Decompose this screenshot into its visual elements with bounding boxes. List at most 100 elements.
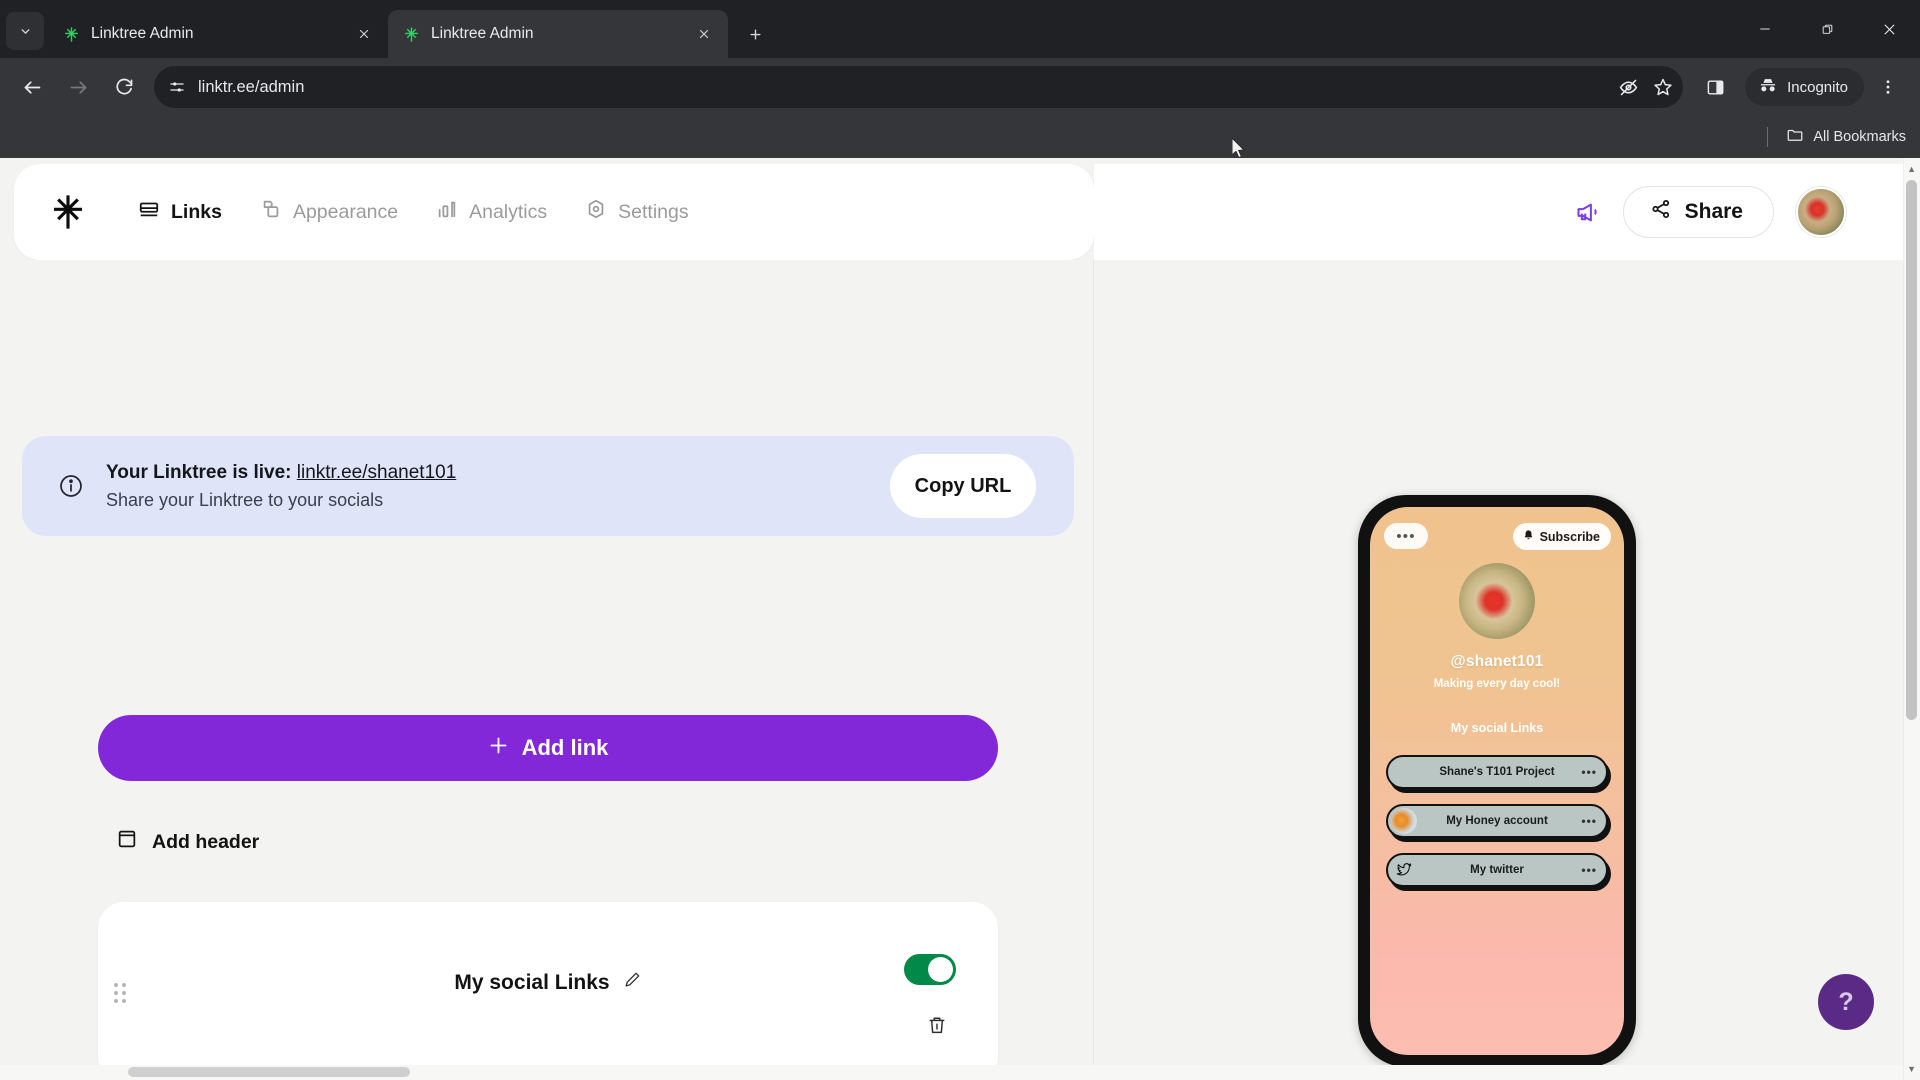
avatar[interactable] — [1796, 187, 1846, 237]
address-bar[interactable]: linktr.ee/admin — [154, 66, 1684, 108]
preview-handle: @shanet101 — [1450, 653, 1544, 670]
analytics-bar-icon — [436, 198, 458, 226]
add-link-button[interactable]: Add link — [98, 715, 998, 781]
star-icon[interactable] — [1653, 77, 1673, 97]
browser-tab-2[interactable]: Linktree Admin — [388, 10, 728, 58]
forward-arrow-icon[interactable] — [56, 65, 100, 109]
preview-link-label: My Honey account — [1446, 815, 1548, 827]
new-tab-button[interactable] — [738, 17, 772, 51]
plus-icon — [488, 735, 509, 762]
preview-link-label: My twitter — [1470, 864, 1524, 876]
tab-settings-label: Settings — [618, 200, 689, 223]
bell-icon — [1522, 529, 1535, 545]
live-banner-link[interactable]: linktr.ee/shanet101 — [297, 462, 457, 483]
preview-link-menu[interactable]: ••• — [1581, 814, 1597, 828]
vertical-scrollbar[interactable]: ▲ ▼ — [1903, 158, 1920, 1080]
header-card-toggle[interactable] — [904, 954, 956, 985]
preview-bio: Making every day cool! — [1433, 678, 1561, 690]
add-header-button[interactable]: Add header — [98, 817, 281, 867]
incognito-profile-button[interactable]: Incognito — [1745, 68, 1864, 106]
preview-link-item[interactable]: My Honey account ••• — [1386, 804, 1608, 838]
close-icon[interactable] — [1858, 0, 1920, 58]
header-block-icon — [116, 828, 138, 856]
honey-thumbnail — [1391, 808, 1417, 834]
tab-appearance-label: Appearance — [292, 200, 399, 223]
appearance-icon — [260, 198, 282, 226]
bookmarks-bar: All Bookmarks — [0, 116, 1920, 158]
phone-preview: ••• Subscribe @shanet101 Making every da… — [1358, 495, 1636, 1067]
app-header-left: Links Appearance Analytics Settings — [14, 164, 1094, 260]
live-banner: Your Linktree is live: linktr.ee/shanet1… — [22, 436, 1074, 536]
live-banner-title: Your Linktree is live: — [106, 461, 292, 483]
tab-settings[interactable]: Settings — [571, 189, 702, 235]
horizontal-scrollbar-thumb[interactable] — [128, 1067, 410, 1077]
linktree-star-icon — [62, 25, 80, 43]
eye-off-icon[interactable] — [1618, 77, 1639, 98]
three-dot-menu-icon[interactable] — [1866, 65, 1910, 109]
live-banner-subtitle: Share your Linktree to your socials — [106, 489, 384, 510]
add-header-label: Add header — [152, 830, 260, 853]
preview-link-item[interactable]: My twitter ••• — [1386, 853, 1608, 887]
pencil-icon[interactable] — [623, 970, 642, 995]
tab-close-button[interactable] — [692, 22, 716, 46]
preview-panel: ••• Subscribe @shanet101 Making every da… — [1094, 260, 1920, 1080]
links-icon — [138, 198, 160, 226]
help-button[interactable]: ? — [1818, 974, 1874, 1030]
tab-title: Linktree Admin — [431, 25, 534, 42]
minimize-icon[interactable] — [1734, 0, 1796, 58]
share-button[interactable]: Share — [1622, 186, 1774, 238]
horizontal-scrollbar[interactable] — [0, 1065, 1903, 1080]
side-panel-icon[interactable] — [1693, 65, 1737, 109]
share-button-label: Share — [1684, 200, 1743, 223]
folder-icon — [1786, 126, 1804, 148]
preview-links-list: Shane's T101 Project ••• My Honey accoun… — [1386, 755, 1608, 887]
linktree-star-logo[interactable] — [48, 192, 88, 232]
incognito-label: Incognito — [1787, 78, 1848, 96]
tab-analytics[interactable]: Analytics — [422, 189, 561, 235]
tab-close-button[interactable] — [352, 22, 376, 46]
add-link-label: Add link — [521, 735, 609, 760]
preview-link-menu[interactable]: ••• — [1581, 765, 1597, 779]
vertical-scrollbar-thumb[interactable] — [1906, 180, 1917, 720]
preview-link-label: Shane's T101 Project — [1439, 766, 1555, 778]
app-header-right: Share — [1094, 164, 1906, 260]
mouse-cursor — [1231, 136, 1246, 159]
info-circle-icon — [58, 473, 84, 499]
header-card-title: My social Links — [454, 970, 610, 994]
preview-subscribe-button[interactable]: Subscribe — [1512, 523, 1611, 550]
app-nav: Links Appearance Analytics Settings — [124, 189, 703, 235]
scroll-down-arrow[interactable]: ▼ — [1907, 1064, 1916, 1074]
reload-icon[interactable] — [102, 65, 146, 109]
tab-title: Linktree Admin — [91, 25, 194, 42]
window-controls — [1734, 0, 1920, 58]
browser-window: Linktree Admin Linktree Admin linktr.ee/… — [0, 0, 1920, 1080]
bookmarks-divider — [1767, 127, 1769, 147]
twitter-bird-icon — [1391, 857, 1417, 883]
site-settings-icon[interactable] — [168, 78, 186, 96]
address-bar-url: linktr.ee/admin — [198, 77, 305, 96]
header-card[interactable]: My social Links — [98, 902, 998, 1080]
preview-link-item[interactable]: Shane's T101 Project ••• — [1386, 755, 1608, 789]
tab-links[interactable]: Links — [124, 189, 236, 235]
all-bookmarks-label: All Bookmarks — [1813, 129, 1906, 145]
maximize-icon[interactable] — [1796, 0, 1858, 58]
settings-gear-icon — [585, 198, 607, 226]
phone-screen: ••• Subscribe @shanet101 Making every da… — [1370, 507, 1624, 1055]
preview-link-menu[interactable]: ••• — [1581, 863, 1597, 877]
tab-links-label: Links — [171, 200, 222, 223]
page-viewport: Links Appearance Analytics Settings Shar… — [0, 158, 1920, 1080]
megaphone-icon[interactable] — [1574, 199, 1601, 226]
preview-section-title: My social Links — [1450, 721, 1544, 735]
preview-menu-button[interactable]: ••• — [1384, 523, 1428, 549]
tab-search-button[interactable] — [6, 12, 44, 50]
header-card-delete[interactable] — [926, 1014, 948, 1041]
all-bookmarks-button[interactable]: All Bookmarks — [1786, 126, 1906, 148]
browser-tab-1[interactable]: Linktree Admin — [48, 10, 388, 58]
header-card-title-row: My social Links — [98, 970, 998, 995]
tab-appearance[interactable]: Appearance — [246, 189, 412, 235]
tab-strip: Linktree Admin Linktree Admin — [0, 0, 1920, 58]
back-arrow-icon[interactable] — [10, 65, 54, 109]
browser-toolbar: linktr.ee/admin Incognito — [0, 58, 1920, 116]
scroll-up-arrow[interactable]: ▲ — [1907, 164, 1916, 174]
copy-url-button[interactable]: Copy URL — [890, 454, 1036, 518]
